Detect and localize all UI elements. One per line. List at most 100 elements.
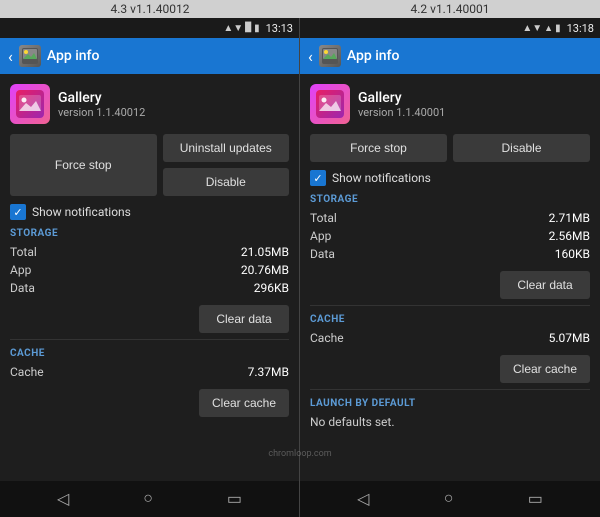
right-app-bar-title: App info bbox=[347, 48, 400, 64]
left-storage-header: STORAGE bbox=[10, 228, 289, 239]
left-right-buttons: Uninstall updates Disable bbox=[163, 134, 290, 196]
left-main-buttons: Force stop Uninstall updates Disable bbox=[10, 134, 289, 196]
right-recent-nav-button[interactable]: ▭ bbox=[516, 485, 555, 513]
left-clear-data-row: Clear data bbox=[10, 305, 289, 333]
right-time: 13:18 bbox=[567, 22, 594, 35]
right-clear-data-button[interactable]: Clear data bbox=[500, 271, 590, 299]
left-notifications-label: Show notifications bbox=[32, 205, 131, 219]
right-home-nav-button[interactable]: ○ bbox=[432, 486, 466, 512]
right-app-label: App bbox=[310, 229, 331, 243]
left-app-value: 20.76MB bbox=[241, 263, 289, 277]
right-version-label: 4.2 v1.1.40001 bbox=[300, 2, 600, 16]
left-cache-value: 7.37MB bbox=[248, 365, 289, 379]
left-cache-header: CACHE bbox=[10, 348, 289, 359]
right-no-defaults: No defaults set. bbox=[310, 415, 395, 429]
right-clear-cache-button[interactable]: Clear cache bbox=[500, 355, 590, 383]
right-storage-header: STORAGE bbox=[310, 194, 590, 205]
right-cache-row: Cache 5.07MB bbox=[310, 329, 590, 347]
left-gallery-icon bbox=[10, 84, 50, 124]
left-storage-total: Total 21.05MB bbox=[10, 243, 289, 261]
right-app-icon bbox=[319, 45, 341, 67]
left-storage-data: Data 296KB bbox=[10, 279, 289, 297]
right-app-name: Gallery bbox=[358, 90, 445, 106]
left-status-bar: ▲▼ ▉ ▮ 13:13 bbox=[0, 18, 299, 38]
comparison-labels: 4.3 v1.1.40012 4.2 v1.1.40001 bbox=[0, 0, 600, 18]
right-cache-label: Cache bbox=[310, 331, 344, 345]
left-storage-app: App 20.76MB bbox=[10, 261, 289, 279]
left-notifications-row[interactable]: ✓ Show notifications bbox=[10, 204, 289, 220]
right-data-label: Data bbox=[310, 247, 335, 261]
left-total-value: 21.05MB bbox=[241, 245, 289, 259]
right-back-nav-button[interactable]: ◁ bbox=[345, 485, 381, 513]
right-status-icons: ▲▼ ▲ ▮ bbox=[522, 23, 560, 34]
left-clear-data-button[interactable]: Clear data bbox=[199, 305, 289, 333]
right-storage-data: Data 160KB bbox=[310, 245, 590, 263]
right-content: Gallery version 1.1.40001 Force stop Dis… bbox=[300, 74, 600, 481]
left-divider bbox=[10, 339, 289, 340]
right-app-name-block: Gallery version 1.1.40001 bbox=[358, 90, 445, 119]
left-disable-button[interactable]: Disable bbox=[163, 168, 290, 196]
left-app-label: App bbox=[10, 263, 31, 277]
right-clear-cache-row: Clear cache bbox=[310, 355, 590, 383]
right-status-bar: ▲▼ ▲ ▮ 13:18 bbox=[300, 18, 600, 38]
left-phone: ▲▼ ▉ ▮ 13:13 ‹ App info bbox=[0, 18, 300, 517]
left-cache-row: Cache 7.37MB bbox=[10, 363, 289, 381]
left-notifications-checkbox[interactable]: ✓ bbox=[10, 204, 26, 220]
left-clear-cache-button[interactable]: Clear cache bbox=[199, 389, 289, 417]
right-app-header: Gallery version 1.1.40001 bbox=[310, 84, 590, 124]
right-launch-header: LAUNCH BY DEFAULT bbox=[310, 398, 590, 409]
right-phone: ▲▼ ▲ ▮ 13:18 ‹ App info bbox=[300, 18, 600, 517]
phones-row: ▲▼ ▉ ▮ 13:13 ‹ App info bbox=[0, 18, 600, 517]
right-notifications-label: Show notifications bbox=[332, 171, 431, 185]
right-clear-data-row: Clear data bbox=[310, 271, 590, 299]
left-clear-cache-row: Clear cache bbox=[10, 389, 289, 417]
right-disable-button[interactable]: Disable bbox=[453, 134, 590, 162]
left-back-icon[interactable]: ‹ bbox=[8, 47, 13, 66]
right-force-stop-button[interactable]: Force stop bbox=[310, 134, 447, 162]
left-app-version: version 1.1.40012 bbox=[58, 106, 145, 119]
right-storage-total: Total 2.71MB bbox=[310, 209, 590, 227]
left-status-icons: ▲▼ ▉ ▮ bbox=[223, 23, 259, 34]
right-wifi-icon: ▲▼ bbox=[522, 23, 542, 34]
right-nav-bar: ◁ ○ ▭ bbox=[300, 481, 600, 517]
left-total-label: Total bbox=[10, 245, 37, 259]
right-total-value: 2.71MB bbox=[549, 211, 590, 225]
left-battery-icon: ▮ bbox=[254, 23, 260, 34]
right-storage-app: App 2.56MB bbox=[310, 227, 590, 245]
left-app-name: Gallery bbox=[58, 90, 145, 106]
right-total-label: Total bbox=[310, 211, 337, 225]
right-app-version: version 1.1.40001 bbox=[358, 106, 445, 119]
right-signal-icon: ▲ bbox=[544, 23, 553, 34]
left-app-header: Gallery version 1.1.40012 bbox=[10, 84, 289, 124]
right-cache-header: CACHE bbox=[310, 314, 590, 325]
right-notifications-row[interactable]: ✓ Show notifications bbox=[310, 170, 590, 186]
left-recent-nav-button[interactable]: ▭ bbox=[215, 485, 254, 513]
right-battery-icon: ▮ bbox=[555, 23, 561, 34]
left-data-value: 296KB bbox=[254, 281, 289, 295]
right-notifications-checkbox[interactable]: ✓ bbox=[310, 170, 326, 186]
left-app-name-block: Gallery version 1.1.40012 bbox=[58, 90, 145, 119]
right-launch-row: No defaults set. bbox=[310, 413, 590, 431]
left-force-stop-button[interactable]: Force stop bbox=[10, 134, 157, 196]
right-divider bbox=[310, 305, 590, 306]
left-back-nav-button[interactable]: ◁ bbox=[45, 485, 81, 513]
left-data-icon: ▉ bbox=[245, 23, 252, 33]
left-nav-bar: ◁ ○ ▭ bbox=[0, 481, 299, 517]
right-app-value: 2.56MB bbox=[549, 229, 590, 243]
left-uninstall-updates-button[interactable]: Uninstall updates bbox=[163, 134, 290, 162]
left-app-bar: ‹ App info bbox=[0, 38, 299, 74]
right-gallery-icon bbox=[310, 84, 350, 124]
left-content: Gallery version 1.1.40012 Force stop Uni… bbox=[0, 74, 299, 481]
left-data-label: Data bbox=[10, 281, 35, 295]
left-app-icon bbox=[19, 45, 41, 67]
left-cache-label: Cache bbox=[10, 365, 44, 379]
right-cache-value: 5.07MB bbox=[549, 331, 590, 345]
left-version-label: 4.3 v1.1.40012 bbox=[0, 2, 300, 16]
right-back-icon[interactable]: ‹ bbox=[308, 47, 313, 66]
left-time: 13:13 bbox=[266, 22, 293, 35]
right-main-buttons: Force stop Disable bbox=[310, 134, 590, 162]
left-home-nav-button[interactable]: ○ bbox=[131, 486, 165, 512]
right-divider2 bbox=[310, 389, 590, 390]
right-data-value: 160KB bbox=[555, 247, 590, 261]
left-signal-icon: ▲▼ bbox=[223, 23, 243, 34]
